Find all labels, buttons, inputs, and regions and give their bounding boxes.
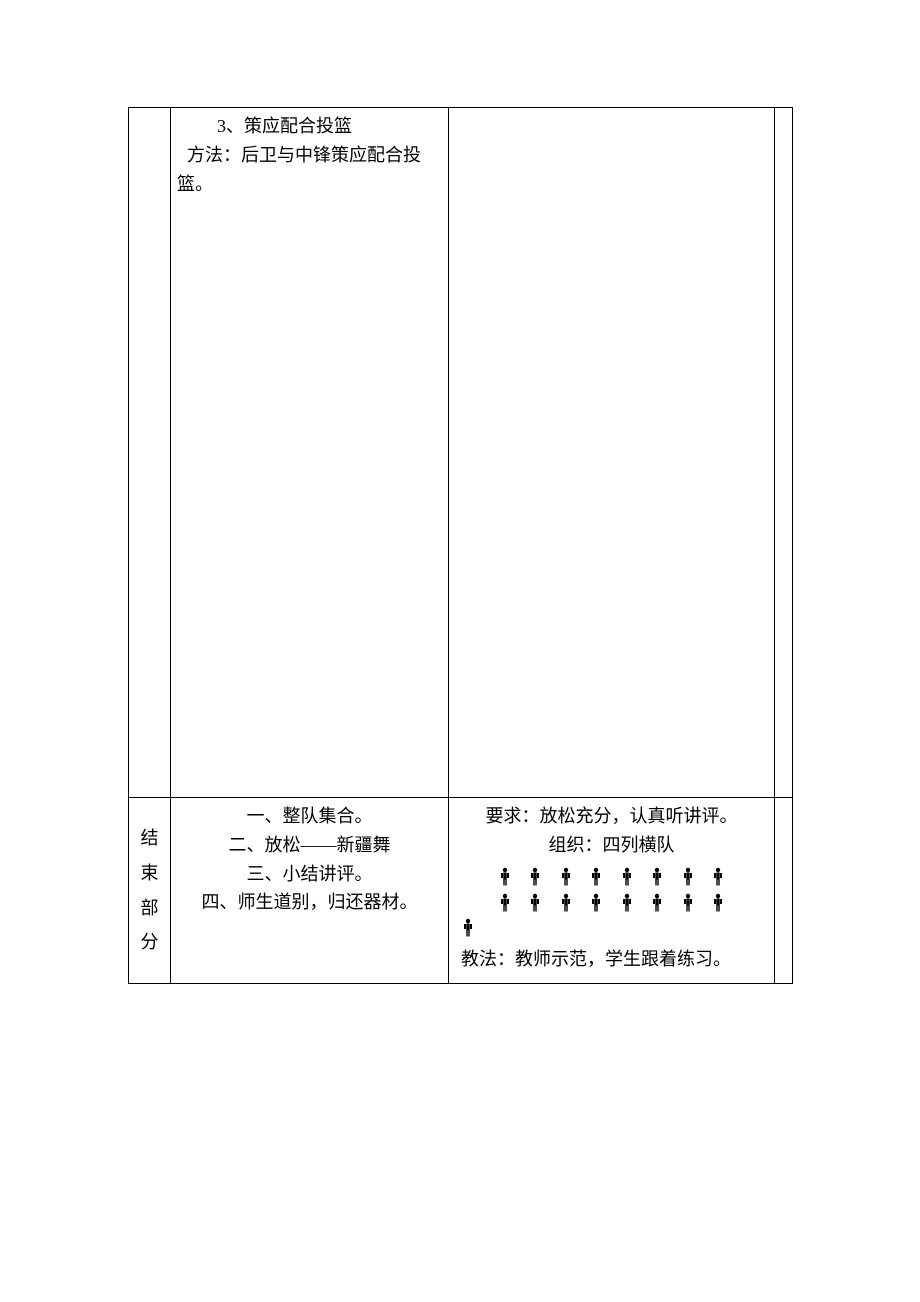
content-title: 3、策应配合投篮: [177, 112, 442, 141]
narrow-cell-row1: [775, 108, 793, 798]
formation-row: [455, 864, 768, 889]
formation-diagram: [455, 864, 768, 940]
lesson-plan-table: 3、策应配合投篮 方法：后卫与中锋策应配合投篮。 结 束 部 分 一、整队集合。…: [128, 107, 793, 984]
content-line: 一、整队集合。: [177, 802, 442, 831]
person-icon: [651, 867, 663, 887]
person-icon: [682, 867, 694, 887]
person-icon: [560, 893, 572, 913]
person-icon: [621, 893, 633, 913]
person-icon: [712, 867, 724, 887]
narrow-cell-row2: [775, 798, 793, 984]
org-org: 组织：四列横队: [455, 831, 768, 860]
content-cell-row1: 3、策应配合投篮 方法：后卫与中锋策应配合投篮。: [171, 108, 449, 798]
formation-row: [455, 889, 768, 914]
person-icon: [529, 867, 541, 887]
person-icon: [682, 893, 694, 913]
section-cell-blank: [129, 108, 171, 798]
content-line: 三、小结讲评。: [177, 860, 442, 889]
org-cell-row2: 要求：放松充分，认真听讲评。 组织：四列横队: [449, 798, 775, 984]
content-cell-row2: 一、整队集合。 二、放松——新疆舞 三、小结讲评。 四、师生道别，归还器材。: [171, 798, 449, 984]
person-icon: [712, 893, 724, 913]
person-icon: [590, 893, 602, 913]
person-icon: [529, 893, 541, 913]
person-icon: [462, 918, 474, 938]
section-char: 部: [135, 894, 164, 923]
content-method: 方法：后卫与中锋策应配合投篮。: [177, 145, 421, 194]
section-char: 束: [135, 859, 164, 888]
content-line: 四、师生道别，归还器材。: [177, 888, 442, 917]
org-req: 要求：放松充分，认真听讲评。: [455, 802, 768, 831]
person-icon: [499, 867, 511, 887]
section-char: 分: [135, 928, 164, 957]
person-icon: [590, 867, 602, 887]
org-method: 教法：教师示范，学生跟着练习。: [455, 945, 768, 974]
person-icon: [621, 867, 633, 887]
section-char: 结: [135, 824, 164, 853]
org-cell-row1: [449, 108, 775, 798]
person-icon: [499, 893, 511, 913]
section-cell-end: 结 束 部 分: [129, 798, 171, 984]
person-icon: [651, 893, 663, 913]
content-line: 二、放松——新疆舞: [177, 831, 442, 860]
person-icon: [560, 867, 572, 887]
formation-teacher: [455, 914, 768, 939]
